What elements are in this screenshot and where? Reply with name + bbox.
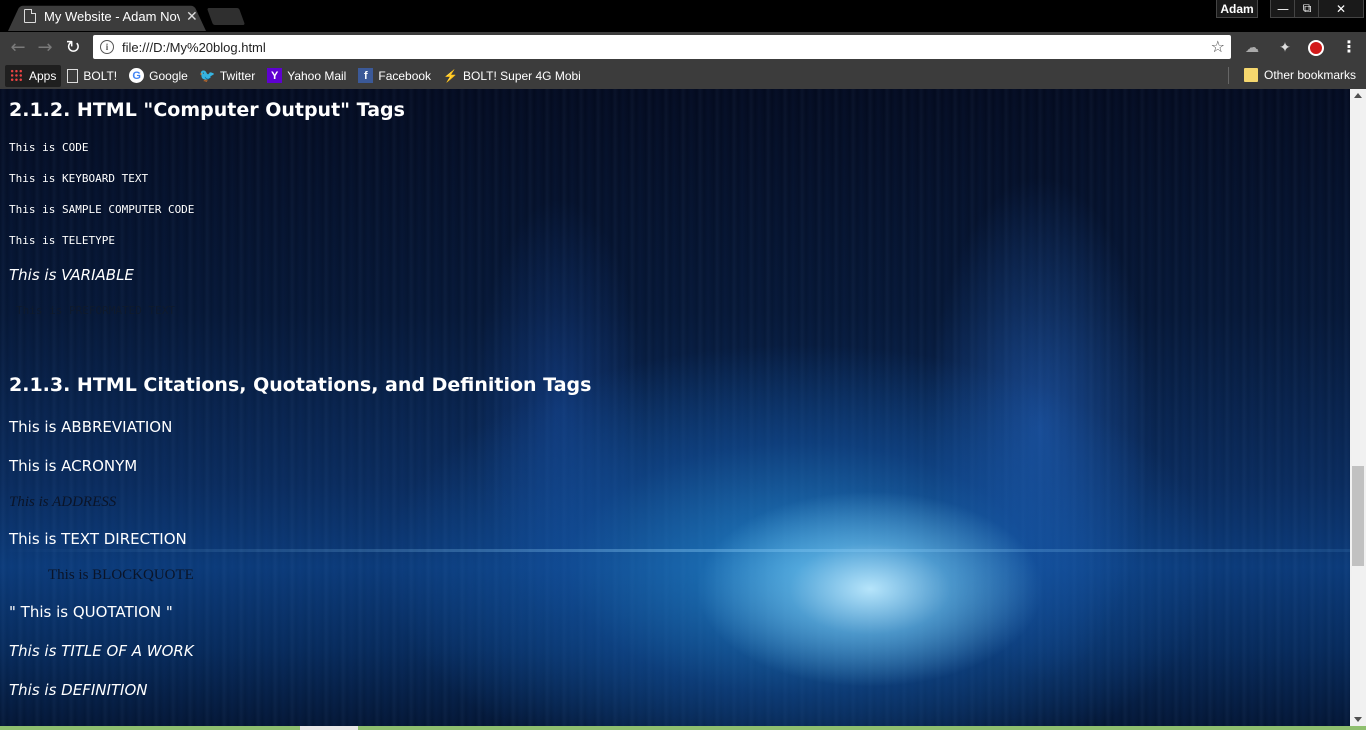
info-icon[interactable]: i xyxy=(100,40,114,54)
bookmark-yahoo-mail[interactable]: Y Yahoo Mail xyxy=(261,65,352,87)
taskbar-edge-highlight xyxy=(300,726,358,730)
blockquote-text: This is BLOCKQUOTE xyxy=(48,567,194,583)
page-icon xyxy=(67,68,79,83)
page-icon xyxy=(24,9,36,23)
scroll-down-arrow-icon[interactable] xyxy=(1354,717,1362,722)
variable-text: This is VARIABLE xyxy=(9,266,134,284)
google-icon: G xyxy=(129,68,145,83)
tab-active[interactable]: My Website - Adam Nov ✕ xyxy=(24,6,202,26)
definition-text: This is DEFINITION xyxy=(9,681,148,699)
extension-red-icon[interactable] xyxy=(1307,39,1325,57)
vertical-scrollbar[interactable] xyxy=(1350,89,1366,726)
forward-arrow-icon[interactable]: → xyxy=(33,36,57,58)
bookmark-label: Yahoo Mail xyxy=(287,68,347,83)
browser-toolbar: ← → ↻ i file:///D:/My%20blog.html ☆ ☁ ✦ … xyxy=(0,32,1366,62)
bookmark-label: BOLT! xyxy=(83,68,118,83)
facebook-icon: f xyxy=(358,68,374,83)
close-tab-icon[interactable]: ✕ xyxy=(186,8,198,25)
scrollbar-thumb[interactable] xyxy=(1352,466,1364,566)
browser-window: My Website - Adam Nov ✕ Adam — ⧉ ✕ ← → ↻… xyxy=(0,0,1366,730)
teletype-text: This is TELETYPE xyxy=(9,234,115,247)
keyboard-text: This is KEYBOARD TEXT xyxy=(9,172,149,185)
yahoo-icon: Y xyxy=(267,68,283,83)
reload-icon[interactable]: ↻ xyxy=(61,36,85,58)
page-viewport: 2.1.2. HTML "Computer Output" Tags This … xyxy=(0,89,1350,726)
section-heading-computer-output: 2.1.2. HTML "Computer Output" Tags xyxy=(9,99,405,121)
bookmark-google[interactable]: G Google xyxy=(123,65,194,87)
bookmark-label: Apps xyxy=(29,68,57,83)
acronym-text: This is ACRONYM xyxy=(9,457,138,475)
code-text: This is CODE xyxy=(9,141,89,154)
url-text[interactable]: file:///D:/My%20blog.html xyxy=(122,40,266,55)
other-bookmarks-label: Other bookmarks xyxy=(1264,68,1357,82)
title-of-work-text: This is TITLE OF A WORK xyxy=(9,642,194,660)
preformatted-text: This is PREFORMATED TEXT xyxy=(16,304,175,317)
taskbar-edge xyxy=(0,726,1366,730)
tab-strip: My Website - Adam Nov ✕ Adam — ⧉ ✕ xyxy=(0,0,1366,32)
address-bar[interactable]: i file:///D:/My%20blog.html ☆ xyxy=(93,35,1231,59)
other-bookmarks[interactable]: Other bookmarks xyxy=(1238,64,1362,86)
tab-title: My Website - Adam Nov xyxy=(44,8,180,24)
close-window-button[interactable]: ✕ xyxy=(1318,0,1364,18)
back-arrow-icon[interactable]: ← xyxy=(6,36,30,58)
bookmark-twitter[interactable]: 🐦 Twitter xyxy=(194,65,261,87)
extension-cloud-icon[interactable]: ☁ xyxy=(1243,39,1261,57)
apps-grid-icon xyxy=(10,69,23,82)
abbreviation-text: This is ABBREVIATION xyxy=(9,418,173,436)
page-body: 2.1.2. HTML "Computer Output" Tags This … xyxy=(0,89,1350,726)
scroll-up-arrow-icon[interactable] xyxy=(1354,93,1362,98)
bookmark-label: Twitter xyxy=(219,68,256,83)
text-direction-text: This is TEXT DIRECTION xyxy=(9,530,187,548)
bookmarks-bar: Apps BOLT! G Google 🐦 Twitter Y Yahoo Ma… xyxy=(0,62,1366,89)
bookmark-bolt-4g[interactable]: ⚡ BOLT! Super 4G Mobi xyxy=(437,65,583,87)
bookmark-separator xyxy=(1228,67,1229,84)
quotation-text: " This is QUOTATION " xyxy=(9,603,173,621)
bookmark-star-icon[interactable]: ☆ xyxy=(1211,37,1225,56)
new-tab-button[interactable] xyxy=(206,8,246,25)
bookmark-bolt[interactable]: BOLT! xyxy=(61,65,123,87)
menu-dots-icon[interactable]: ⋮ xyxy=(1341,37,1357,56)
extension-puzzle-icon[interactable]: ✦ xyxy=(1276,39,1294,57)
sample-text: This is SAMPLE COMPUTER CODE xyxy=(9,203,195,216)
profile-button[interactable]: Adam xyxy=(1216,0,1258,18)
bookmark-label: Facebook xyxy=(378,68,432,83)
section-heading-citations: 2.1.3. HTML Citations, Quotations, and D… xyxy=(9,374,592,396)
restore-button[interactable]: ⧉ xyxy=(1294,0,1320,18)
address-text: This is ADDRESS xyxy=(9,494,117,510)
twitter-icon: 🐦 xyxy=(199,67,216,83)
bookmark-label: Google xyxy=(149,68,188,83)
bookmark-apps[interactable]: Apps xyxy=(5,64,62,87)
bookmark-label: BOLT! Super 4G Mobi xyxy=(463,68,581,83)
bolt-icon: ⚡ xyxy=(443,68,459,83)
minimize-button[interactable]: — xyxy=(1270,0,1296,18)
bookmark-facebook[interactable]: f Facebook xyxy=(352,65,437,87)
folder-icon xyxy=(1244,68,1258,82)
